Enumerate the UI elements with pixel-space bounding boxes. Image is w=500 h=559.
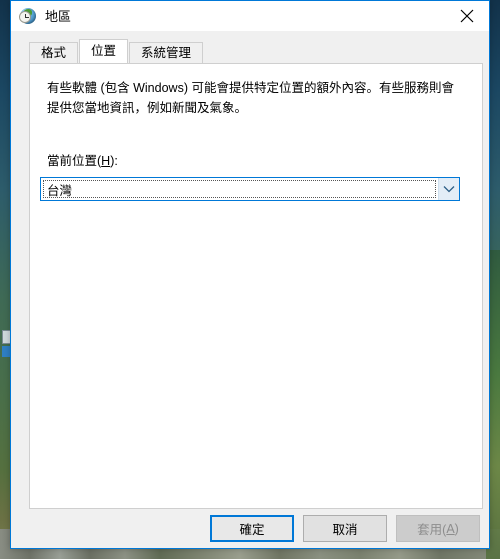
apply-button[interactable]: 套用(A) [396, 515, 480, 542]
close-button[interactable] [444, 1, 489, 31]
tab-location[interactable]: 位置 [79, 39, 129, 63]
cancel-button[interactable]: 取消 [303, 515, 387, 542]
current-location-accesskey: H [101, 154, 111, 168]
tab-formats[interactable]: 格式 [29, 42, 79, 63]
close-icon [460, 9, 473, 23]
tab-strip: 格式 位置 系統管理 [29, 39, 489, 63]
window-title: 地區 [45, 8, 72, 24]
current-location-combobox[interactable]: 台灣 [40, 177, 460, 201]
apply-accesskey: A [446, 521, 455, 536]
combobox-dropdown-button[interactable] [438, 178, 459, 200]
current-location-label-suffix: ): [110, 154, 118, 168]
region-globe-clock-icon [19, 7, 37, 25]
dialog-button-bar: 確定 取消 套用(A) [11, 515, 489, 543]
current-location-label: 當前位置(H): [47, 150, 482, 169]
chevron-down-icon [443, 186, 455, 193]
tab-administrative[interactable]: 系統管理 [129, 42, 204, 63]
current-location-label-prefix: 當前位置( [47, 154, 102, 168]
location-tab-panel: 有些軟體 (包含 Windows) 可能會提供特定位置的額外內容。有些服務則會提… [29, 63, 483, 509]
apply-label-prefix: 套用( [417, 523, 447, 537]
region-dialog: 地區 格式 位置 系統管理 有些軟體 (包含 Windows) 可能會提供特定位… [10, 0, 490, 549]
location-description: 有些軟體 (包含 Windows) 可能會提供特定位置的額外內容。有些服務則會提… [47, 81, 454, 115]
current-location-value[interactable]: 台灣 [43, 180, 436, 198]
apply-label-suffix: ) [454, 521, 459, 536]
ok-button[interactable]: 確定 [210, 515, 294, 542]
title-bar: 地區 [11, 1, 489, 31]
